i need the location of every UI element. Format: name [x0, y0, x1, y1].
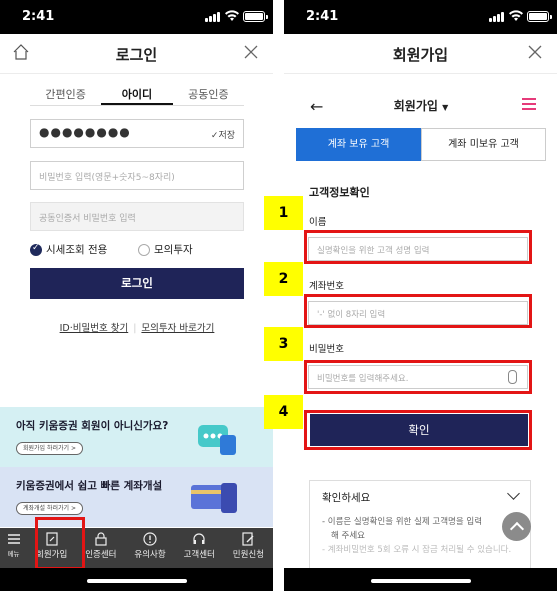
password-highlight: [304, 360, 532, 394]
radio-quote-only[interactable]: 시세조회 전용: [30, 242, 107, 257]
nav-menu-label: 메뉴: [7, 550, 20, 558]
nav-notice[interactable]: 유의사항: [125, 528, 174, 568]
name-highlight: [304, 230, 532, 264]
login-button[interactable]: 로그인: [30, 268, 244, 299]
home-indicator: [0, 568, 273, 591]
account-label: 계좌번호: [309, 281, 344, 292]
signup-banner[interactable]: 아직 키움증권 회원이 아니신가요? 회원가입 하러가기 >: [0, 407, 273, 467]
radio-quote-only-label: 시세조회 전용: [46, 244, 108, 256]
home-pill: [86, 579, 187, 583]
step-badge-4: 4: [264, 395, 303, 429]
lock-icon: [95, 532, 107, 546]
id-input[interactable]: ●●●●●●●● ✓저장: [30, 119, 244, 148]
save-label: 저장: [218, 131, 235, 141]
section-title: 고객정보확인: [309, 186, 370, 199]
info-line-1: - 이름은 실명확인을 위한 실제 고객명을 입력: [322, 517, 483, 527]
sub-header: ← 회원가입 ▼: [306, 92, 536, 118]
find-id-password-link[interactable]: ID·비밀번호 찾기: [60, 323, 129, 334]
save-id-checkbox[interactable]: ✓저장: [211, 128, 235, 141]
step-badge-1: 1: [264, 196, 303, 230]
tab-account-holder[interactable]: 계좌 보유 고객: [296, 128, 421, 161]
tab-id[interactable]: 아이디: [101, 82, 173, 105]
tab-easy-auth[interactable]: 간편인증: [30, 82, 101, 105]
close-icon[interactable]: [527, 44, 543, 60]
nav-complaint-label: 민원신청: [232, 550, 265, 560]
headset-icon: [193, 533, 205, 544]
password-label: 비밀번호: [309, 344, 344, 355]
signal-icon: [489, 12, 505, 22]
home-pill: [370, 579, 471, 583]
status-time: 2:41: [22, 9, 55, 24]
login-screen: 2:41 로그인 간편인증 아이디 공동인증 ●●●●●●●● ✓저장 비밀번호…: [0, 0, 273, 591]
info-panel[interactable]: 확인하세요 - 이름은 실명확인을 위한 실제 고객명을 입력 해 주세요 - …: [309, 480, 531, 570]
id-value: ●●●●●●●●: [39, 125, 131, 139]
mock-invest-link[interactable]: 모의투자 바로가기: [141, 323, 214, 334]
nav-auth-center-label: 인증센터: [85, 550, 117, 560]
info-title: 확인하세요: [322, 492, 371, 504]
info-body: - 이름은 실명확인을 위한 실제 고객명을 입력 해 주세요 - 계좌비밀번호…: [322, 515, 518, 557]
account-open-banner-button[interactable]: 계좌개설 하러가기 >: [16, 502, 84, 515]
account-highlight: [304, 294, 532, 328]
sub-title: 회원가입: [393, 99, 438, 113]
signup-header: 회원가입: [284, 34, 557, 74]
radio-checked-icon: [30, 243, 42, 256]
signal-icon: [205, 12, 221, 22]
radio-mock-invest[interactable]: 모의투자: [138, 242, 193, 257]
nav-menu[interactable]: 메뉴: [0, 528, 27, 568]
page-title: 회원가입: [392, 46, 449, 64]
signup-banner-text: 아직 키움증권 회원이 아니신가요?: [16, 420, 169, 432]
status-time: 2:41: [306, 9, 339, 24]
tab-joint-cert[interactable]: 공동인증: [173, 82, 244, 105]
tab-non-account-holder[interactable]: 계좌 미보유 고객: [421, 128, 546, 161]
sub-title-dropdown[interactable]: 회원가입 ▼: [306, 97, 536, 114]
name-label: 이름: [309, 217, 327, 228]
home-indicator: [284, 568, 557, 591]
step-badge-3: 3: [264, 327, 303, 361]
signup-screen: 2:41 회원가입 ← 회원가입 ▼ 계좌 보유 고객 계좌 미보유 고객 고객…: [284, 0, 557, 591]
battery-icon: [243, 11, 268, 22]
card-phone-icon: [191, 483, 237, 513]
wifi-icon: [225, 10, 239, 21]
nav-notice-label: 유의사항: [134, 550, 166, 560]
password-input[interactable]: 비밀번호 입력(영문+숫자5~8자리): [30, 161, 244, 190]
confirm-highlight: [304, 410, 532, 450]
caret-down-icon: ▼: [442, 103, 449, 112]
login-header: 로그인: [0, 34, 273, 74]
nav-complaint[interactable]: 민원신청: [224, 528, 273, 568]
login-mode-options: 시세조회 전용 모의투자: [30, 242, 244, 258]
account-open-banner-text: 키움증권에서 쉽고 빠른 계좌개설: [16, 480, 163, 492]
radio-mock-invest-label: 모의투자: [154, 244, 193, 256]
signup-banner-button[interactable]: 회원가입 하러가기 >: [16, 442, 84, 455]
status-bar: 2:41: [284, 0, 557, 34]
chat-bubble-icon: [198, 425, 236, 455]
hamburger-icon: [7, 534, 20, 544]
info-line-2: 해 주세요: [331, 531, 365, 541]
battery-icon: [527, 11, 552, 22]
customer-type-tabs: 계좌 보유 고객 계좌 미보유 고객: [296, 128, 546, 161]
edit-document-icon: [242, 532, 254, 546]
status-bar: 2:41: [0, 0, 273, 34]
signup-highlight: [35, 517, 85, 570]
nav-customer-center[interactable]: 고객센터: [175, 528, 224, 568]
login-links: ID·비밀번호 찾기 | 모의투자 바로가기: [30, 320, 244, 334]
warning-icon: [143, 532, 157, 546]
login-tabs: 간편인증 아이디 공동인증: [30, 82, 244, 106]
step-badge-2: 2: [264, 262, 303, 296]
wifi-icon: [509, 10, 523, 21]
link-separator: |: [133, 323, 137, 334]
info-line-3: - 계좌비밀번호 5회 오류 시 잠금 처리될 수 있습니다.: [322, 545, 512, 555]
page-title: 로그인: [115, 46, 158, 64]
scroll-top-button[interactable]: [502, 512, 531, 541]
hamburger-icon[interactable]: [522, 98, 536, 110]
radio-unchecked-icon: [138, 243, 150, 256]
nav-customer-center-label: 고객센터: [183, 550, 215, 560]
close-icon[interactable]: [243, 44, 259, 60]
cert-password-input[interactable]: 공동인증서 비밀번호 입력: [30, 202, 244, 231]
